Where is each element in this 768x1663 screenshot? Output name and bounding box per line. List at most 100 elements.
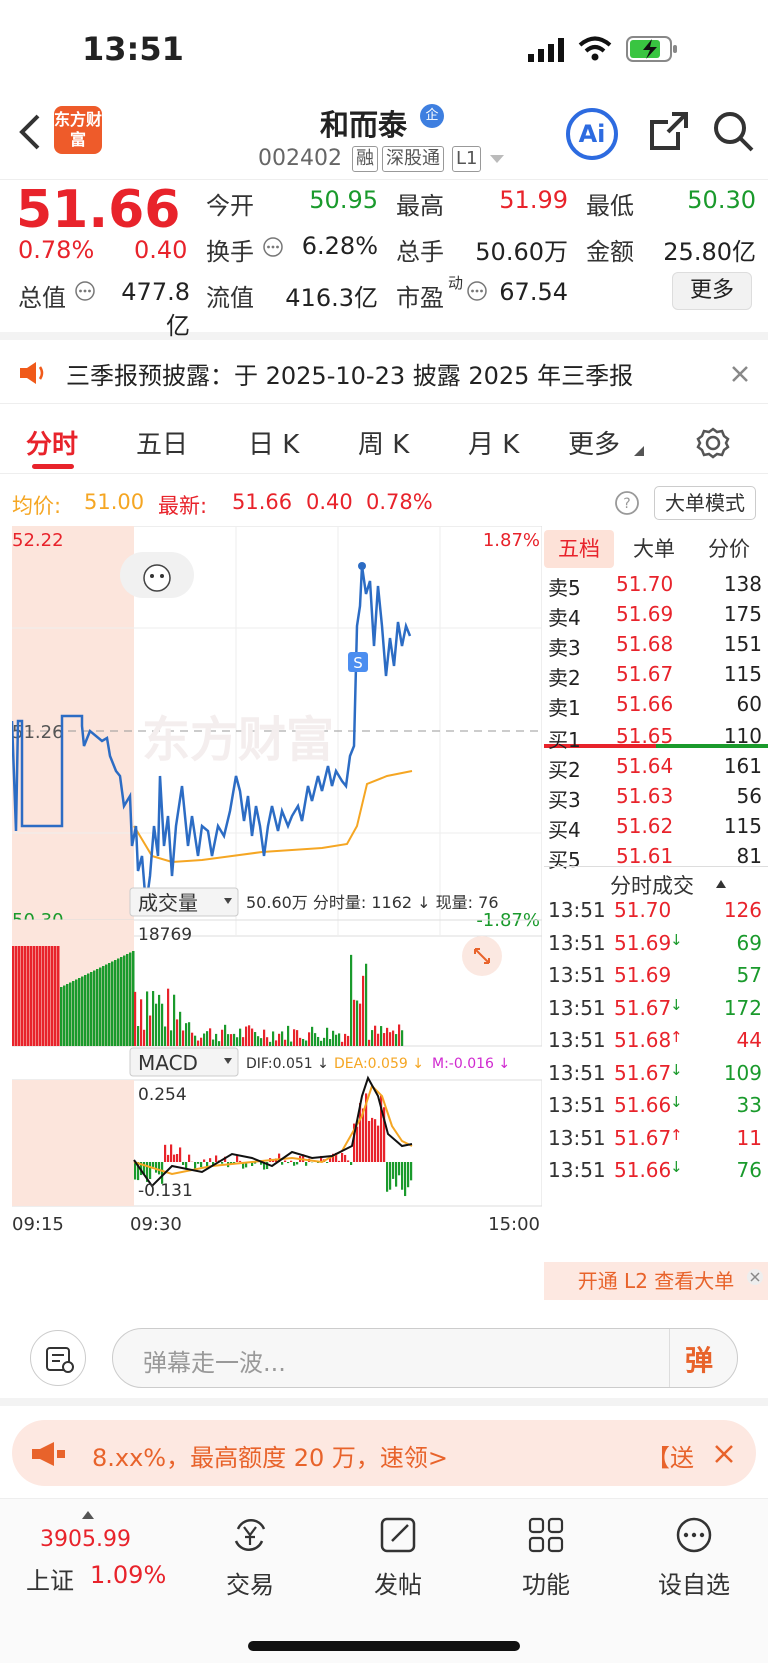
volume-bar — [84, 975, 87, 1046]
macd-bar — [149, 1162, 152, 1179]
search-icon[interactable] — [712, 110, 756, 154]
time-end-label: 15:00 — [488, 1214, 540, 1235]
notice-bar[interactable]: 三季报预披露：于 2025-10-23 披露 2025 年三季报 — [0, 342, 768, 404]
info-icon[interactable] — [262, 236, 284, 258]
volume-bar — [323, 1037, 326, 1046]
macd-bar — [386, 1162, 389, 1192]
mascot-icon[interactable] — [120, 552, 194, 598]
volume-bar — [182, 1030, 185, 1046]
macd-bar — [392, 1162, 395, 1179]
volume-bar — [245, 1026, 248, 1046]
intraday-chart[interactable]: 东方财富 52.22 51.26 50.30 1.87% -1.87% S 成交… — [10, 525, 543, 1296]
macd-bar — [179, 1147, 182, 1162]
grid-icon — [528, 1517, 564, 1553]
info-icon[interactable] — [466, 280, 488, 302]
volume-bar — [356, 1000, 359, 1046]
signal-s-marker[interactable]: S — [348, 652, 368, 672]
nav-functions[interactable]: 功能 — [486, 1515, 606, 1600]
volume-bar — [377, 1033, 380, 1046]
volume-bar — [236, 1037, 239, 1046]
collapse-arrow-icon[interactable] — [716, 880, 726, 888]
app-logo[interactable]: 东方财富 — [54, 106, 102, 154]
volume-bar — [99, 967, 102, 1046]
promo-right-text: 【送 — [646, 1444, 694, 1472]
tab-price-dist[interactable]: 分价 — [694, 530, 764, 568]
chart-svg[interactable]: 东方财富 52.22 51.26 50.30 1.87% -1.87% S 成交… — [10, 525, 543, 1296]
ticks-title[interactable]: 分时成交 — [610, 870, 694, 900]
time-start-label: 09:15 — [12, 1214, 64, 1235]
macd-bar — [167, 1154, 170, 1162]
macd-bar — [200, 1162, 203, 1168]
volume-bar — [239, 1028, 242, 1046]
ask-row: 卖3 51.68 151 — [548, 632, 762, 660]
macd-bar — [221, 1162, 224, 1164]
up-arrow-icon — [82, 1511, 94, 1519]
tag-margin: 融 — [352, 146, 378, 172]
info-icon[interactable] — [74, 280, 96, 302]
danmaku-send-button[interactable]: 弹 — [685, 1339, 713, 1379]
tab-daily[interactable]: 日 K — [248, 424, 299, 461]
nav-trade[interactable]: 交易 — [190, 1515, 310, 1600]
notice-text: 三季报预披露：于 2025-10-23 披露 2025 年三季报 — [66, 362, 634, 390]
more-button[interactable]: 更多 — [672, 272, 752, 310]
share-icon[interactable] — [648, 110, 690, 152]
volume-bar — [120, 957, 123, 1046]
volume-bar — [212, 1039, 215, 1046]
gear-icon[interactable] — [696, 426, 730, 460]
tab-big-orders[interactable]: 大单 — [624, 530, 684, 568]
nav-watchlist[interactable]: 设自选 — [634, 1515, 754, 1600]
big-order-mode-button[interactable]: 大单模式 — [654, 486, 756, 520]
more-circle-icon — [676, 1517, 712, 1553]
l2-upgrade-banner[interactable]: 开通 L2 查看大单 — [544, 1262, 768, 1300]
nav-post[interactable]: 发帖 — [338, 1515, 458, 1600]
close-icon[interactable] — [730, 364, 750, 384]
macd-bar — [296, 1162, 299, 1165]
tab-more[interactable]: 更多 — [568, 424, 620, 461]
high-label: 最高 — [396, 192, 444, 220]
volume-bar — [30, 946, 33, 1046]
volume-bar — [96, 969, 99, 1046]
volume-bar — [392, 1030, 395, 1046]
tab-5day[interactable]: 五日 — [136, 424, 188, 461]
volume-bar — [66, 984, 69, 1046]
volume-panel: 18769 — [11, 919, 543, 1047]
close-icon[interactable] — [746, 1268, 764, 1286]
danmaku-input[interactable]: 弹幕走一波... 弹 — [112, 1328, 738, 1388]
tab-five-levels[interactable]: 五档 — [544, 530, 614, 568]
tab-intraday[interactable]: 分时 — [26, 424, 78, 461]
volume-bar — [78, 978, 81, 1046]
expand-icon[interactable] — [462, 936, 502, 976]
volume-bar — [90, 972, 93, 1046]
danmaku-settings-button[interactable] — [30, 1330, 86, 1386]
nav-trade-label: 交易 — [226, 1571, 274, 1599]
volume-bar — [329, 1039, 332, 1046]
tick-row: 13:51 51.69 57 — [548, 963, 762, 987]
back-icon[interactable] — [16, 112, 44, 152]
volume-bar — [224, 1024, 227, 1046]
ai-button[interactable]: Ai — [566, 108, 618, 160]
open-label: 今开 — [206, 192, 254, 220]
close-icon[interactable] — [714, 1444, 734, 1464]
macd-bar — [134, 1162, 137, 1180]
volume-bar — [185, 1023, 188, 1046]
float-value: 416.3亿 — [285, 284, 378, 312]
tab-weekly[interactable]: 周 K — [358, 424, 409, 461]
period-tabs: 分时 五日 日 K 周 K 月 K 更多 — [0, 404, 768, 474]
volume-bar — [123, 955, 126, 1046]
tab-monthly[interactable]: 月 K — [468, 424, 519, 461]
low-value: 50.30 — [687, 186, 756, 214]
help-icon[interactable]: ? — [614, 490, 640, 516]
volume-bar — [197, 1040, 200, 1046]
dea-value: DEA:0.059 ↓ — [334, 1056, 424, 1072]
volume-bar — [218, 1041, 221, 1046]
index-ticker[interactable]: 3905.99 上证 1.09% — [0, 1509, 170, 1599]
volume-bar — [263, 1029, 266, 1046]
dropdown-icon[interactable] — [490, 155, 504, 165]
volume-bar — [308, 1032, 311, 1046]
volume-bar — [126, 954, 129, 1046]
signal-icon — [528, 38, 564, 62]
home-indicator — [248, 1641, 520, 1651]
volume-bar — [389, 1032, 392, 1046]
promo-banner[interactable]: 8.xx%，最高额度 20 万，速领> 【送 — [12, 1420, 756, 1486]
volume-bar — [33, 946, 36, 1046]
